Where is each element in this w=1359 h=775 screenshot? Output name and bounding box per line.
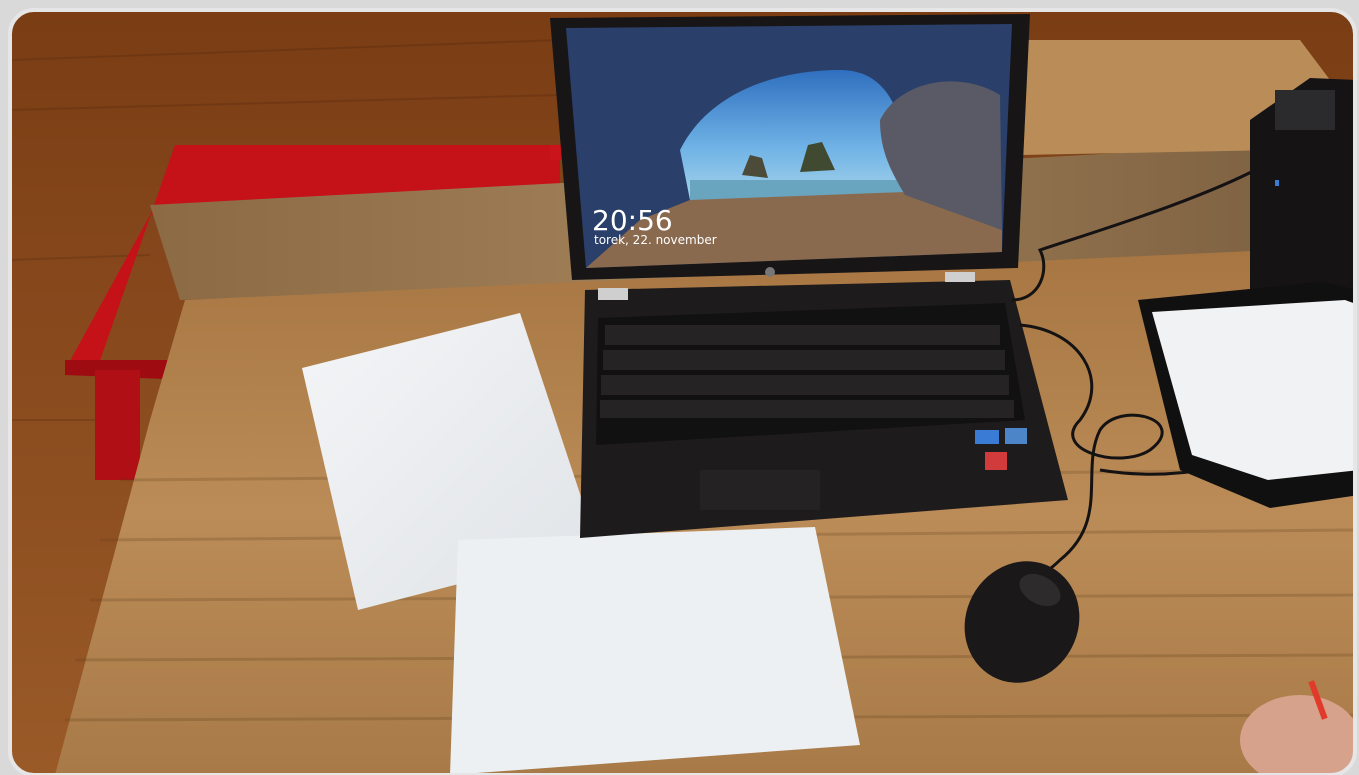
paper-sheet-bottom — [450, 527, 860, 775]
lock-screen: 20:56 torek, 22. november — [566, 24, 1012, 268]
hp-logo-icon — [765, 267, 775, 277]
intel-sticker — [975, 430, 999, 444]
laptop-keyboard — [596, 303, 1025, 445]
windows-sticker — [1005, 428, 1027, 444]
amd-sticker — [985, 452, 1007, 470]
printer — [1250, 78, 1355, 310]
hinge-right — [945, 272, 975, 282]
hinge-left — [598, 288, 628, 300]
photo-scene: 20:56 torek, 22. november — [0, 0, 1359, 775]
touchpad — [700, 470, 820, 510]
lock-date: torek, 22. november — [594, 233, 717, 247]
